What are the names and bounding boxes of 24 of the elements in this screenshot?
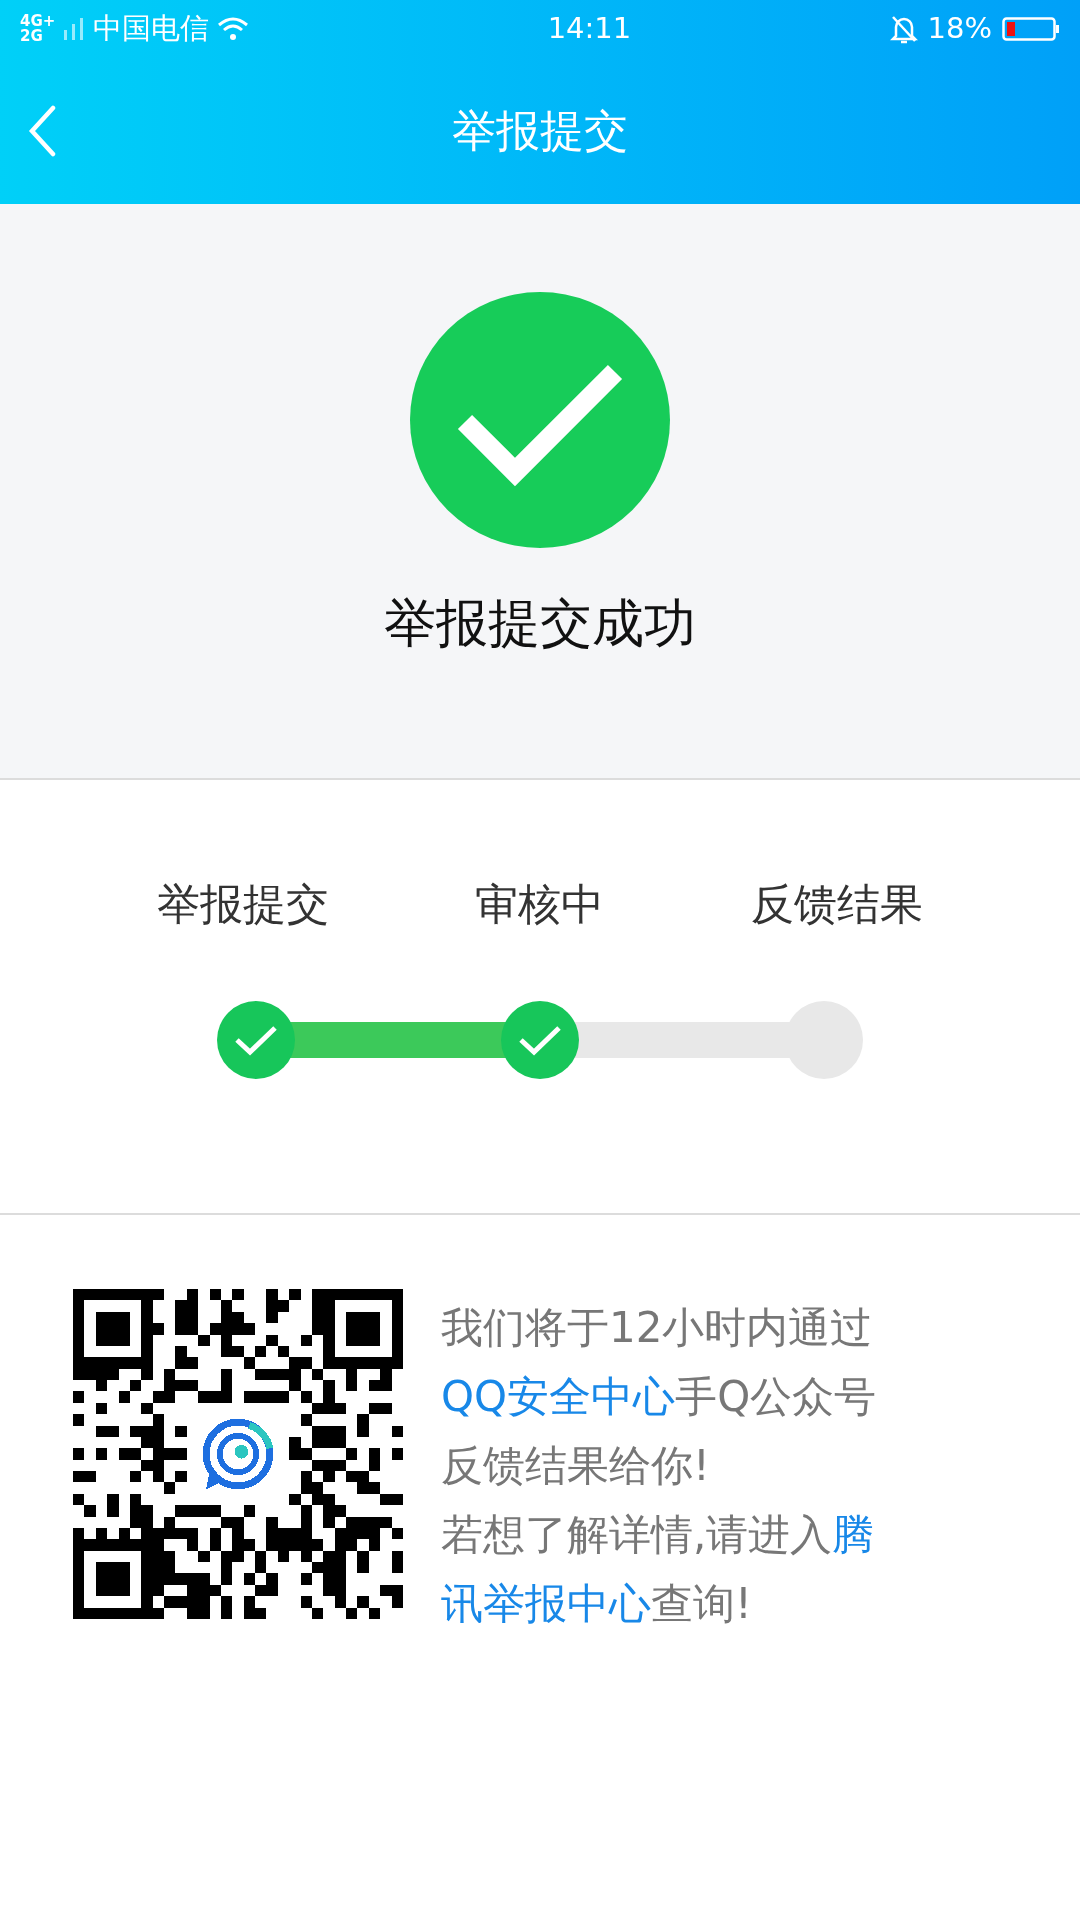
message-line: 若想了解详情,请进入腾 [441,1509,876,1561]
carrier-name: 中国电信 [93,10,210,48]
battery-percent: 18% [927,10,992,48]
step-label: 反馈结果 [749,878,924,931]
bell-muted-icon [889,14,918,44]
link[interactable]: 腾 [832,1510,875,1559]
back-icon [27,105,57,157]
signal-icon [63,16,86,42]
page-title: 举报提交 [452,104,628,158]
network-type: 2G [20,29,44,44]
step-label: 举报提交 [156,878,331,931]
link[interactable]: QQ安全中心 [441,1372,676,1421]
battery-icon [1002,16,1060,42]
step-label: 审核中 [474,878,606,931]
result-title: 举报提交成功 [384,592,696,655]
message-line: QQ安全中心手Q公众号 [441,1371,877,1423]
link[interactable]: 讯举报中心 [441,1579,651,1628]
chat-logo-icon [202,1418,274,1490]
message-line: 我们将于12小时内通过 [441,1302,874,1354]
message-line: 反馈结果给你! [441,1440,711,1492]
network-type: 4G+ [20,14,56,29]
message-line: 讯举报中心查询! [441,1578,753,1630]
clock: 14:11 [546,10,633,48]
wifi-icon [217,16,250,42]
